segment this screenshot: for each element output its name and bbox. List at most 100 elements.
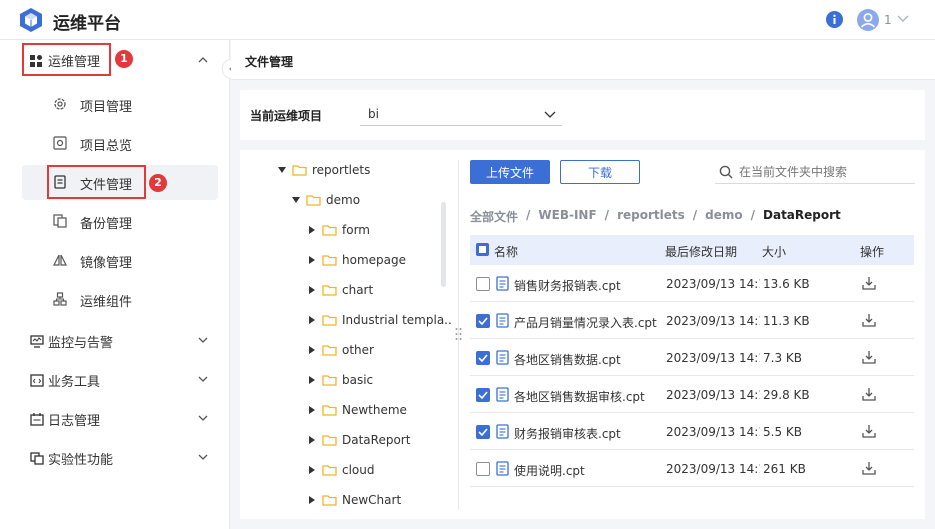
row-checkbox[interactable] (476, 277, 490, 291)
tree-node-chart[interactable]: chart (306, 280, 373, 300)
table-row[interactable]: 各地区销售数据.cpt 2023/09/13 14:1... 7.3 KB (470, 339, 914, 376)
download-icon[interactable] (862, 313, 876, 327)
sidebar-group-business-tools[interactable]: 业务工具 (0, 362, 230, 398)
tree-node-other[interactable]: other (306, 340, 374, 360)
breadcrumb-item[interactable]: 全部文件 (470, 208, 518, 225)
user-avatar-icon[interactable] (857, 9, 879, 31)
chevron-down-icon (544, 111, 556, 118)
file-name[interactable]: 各地区销售数据审核.cpt (514, 388, 662, 405)
file-size: 7.3 KB (763, 351, 802, 365)
sidebar-item-label: 运维组件 (80, 295, 133, 310)
tree-node-basic[interactable]: basic (306, 370, 373, 390)
breadcrumb-item[interactable]: reportlets (617, 208, 685, 225)
user-name[interactable]: 1 (884, 13, 892, 27)
tree-node-label: homepage (342, 253, 406, 267)
tree-node-form[interactable]: form (306, 220, 370, 240)
breadcrumb-separator: / (604, 208, 610, 222)
file-name[interactable]: 产品月销量情况录入表.cpt (514, 314, 662, 331)
file-name[interactable]: 财务报销审核表.cpt (514, 425, 662, 442)
drag-handle-icon[interactable] (455, 327, 462, 341)
row-checkbox[interactable] (476, 351, 490, 365)
file-doc-icon (496, 387, 509, 402)
caret-right-icon (306, 286, 318, 294)
page-title: 文件管理 (245, 55, 294, 69)
table-row[interactable]: 使用说明.cpt 2023/09/13 14:1... 261 KB (470, 450, 914, 487)
table-row[interactable]: 销售财务报销表.cpt 2023/09/13 14:1... 13.6 KB (470, 265, 914, 302)
tree-node-label: reportlets (312, 163, 371, 177)
tree-node-label: chart (342, 283, 374, 297)
sidebar-group-monitor[interactable]: 监控与告警 (0, 323, 230, 359)
info-icon[interactable] (826, 11, 843, 28)
upload-button[interactable]: 上传文件 (470, 160, 550, 184)
tree-node-label: cloud (342, 463, 375, 477)
tree-node-homepage[interactable]: homepage (306, 250, 406, 270)
tree-node-newchart[interactable]: NewChart (306, 490, 401, 510)
breadcrumb-item[interactable]: demo (705, 208, 742, 225)
monitor-icon (30, 335, 44, 348)
tree-node-cloud[interactable]: cloud (306, 460, 375, 480)
sidebar: 运维管理 项目管理 项目总览 文件管理 备份管理 镜像管理 运维组件 监控与告警… (0, 40, 230, 529)
download-button[interactable]: 下载 (560, 160, 640, 184)
download-icon[interactable] (862, 276, 876, 290)
file-doc-icon (496, 350, 509, 365)
tree-node-label: NewChart (342, 493, 402, 507)
tree-node-demo[interactable]: demo (290, 190, 360, 210)
table-row[interactable]: 财务报销审核表.cpt 2023/09/13 14:1... 5.5 KB (470, 413, 914, 450)
table-row[interactable]: 各地区销售数据审核.cpt 2023/09/13 14:1... 29.8 KB (470, 376, 914, 413)
file-doc-icon (496, 461, 509, 476)
sidebar-item-label: 镜像管理 (80, 256, 133, 271)
tree-node-datareport[interactable]: DataReport (306, 430, 410, 450)
folder-icon (322, 404, 337, 416)
sidebar-item-backup-management[interactable]: 备份管理 (22, 204, 218, 239)
sidebar-item-ops-components[interactable]: 运维组件 (22, 282, 218, 317)
app-title: 运维平台 (53, 14, 121, 34)
folder-icon (322, 434, 337, 446)
chevron-down-icon[interactable] (897, 15, 909, 23)
column-header-modified[interactable]: 最后修改日期 (665, 243, 737, 260)
search-input[interactable] (739, 163, 909, 181)
download-icon[interactable] (862, 424, 876, 438)
sidebar-group-experimental[interactable]: 实验性功能 (0, 440, 230, 476)
row-checkbox[interactable] (476, 462, 490, 476)
experiment-icon (30, 452, 44, 465)
file-doc-icon (496, 276, 509, 291)
tree-node-reportlets[interactable]: reportlets (276, 160, 370, 180)
project-select[interactable]: bi (360, 104, 562, 126)
logo-cube-icon (18, 7, 44, 33)
file-name[interactable]: 各地区销售数据.cpt (514, 351, 662, 368)
breadcrumb-item[interactable]: WEB-INF (538, 208, 596, 225)
sidebar-item-file-management[interactable]: 文件管理 (22, 165, 218, 200)
tree-node-label: basic (342, 373, 374, 387)
search-box[interactable] (715, 160, 915, 184)
column-header-action: 操作 (860, 245, 885, 259)
folder-icon (292, 164, 307, 176)
sidebar-item-mirror-management[interactable]: 镜像管理 (22, 243, 218, 278)
column-header-size[interactable]: 大小 (762, 243, 786, 260)
folder-icon (322, 314, 337, 326)
file-name[interactable]: 销售财务报销表.cpt (514, 277, 662, 294)
file-modified: 2023/09/13 14:1... (666, 388, 760, 402)
row-checkbox[interactable] (476, 388, 490, 402)
sidebar-item-project-management[interactable]: 项目管理 (22, 87, 218, 122)
file-doc-icon (53, 175, 67, 189)
table-row[interactable]: 产品月销量情况录入表.cpt 2023/09/13 14:1... 11.3 K… (470, 302, 914, 339)
sidebar-item-project-overview[interactable]: 项目总览 (22, 126, 218, 161)
download-icon[interactable] (862, 387, 876, 401)
tree-node-label: DataReport (342, 433, 411, 447)
file-modified: 2023/09/13 14:1... (666, 425, 760, 439)
download-icon[interactable] (862, 461, 876, 475)
download-icon[interactable] (862, 350, 876, 364)
file-name[interactable]: 使用说明.cpt (514, 462, 662, 479)
tree-node-industrial[interactable]: Industrial templa... (306, 310, 452, 330)
row-checkbox[interactable] (476, 314, 490, 328)
column-header-name[interactable]: 名称 (494, 243, 518, 260)
row-checkbox[interactable] (476, 425, 490, 439)
tree-node-newtheme[interactable]: Newtheme (306, 400, 407, 420)
sidebar-group-log-management[interactable]: 日志管理 (0, 401, 230, 437)
sidebar-group-label: 日志管理 (48, 414, 101, 429)
tree-scrollbar[interactable] (441, 202, 446, 287)
folder-icon (322, 254, 337, 266)
breadcrumb: 全部文件 / WEB-INF / reportlets / demo / Dat… (470, 208, 841, 225)
select-all-checkbox[interactable] (476, 243, 489, 256)
file-modified: 2023/09/13 14:1... (666, 314, 760, 328)
